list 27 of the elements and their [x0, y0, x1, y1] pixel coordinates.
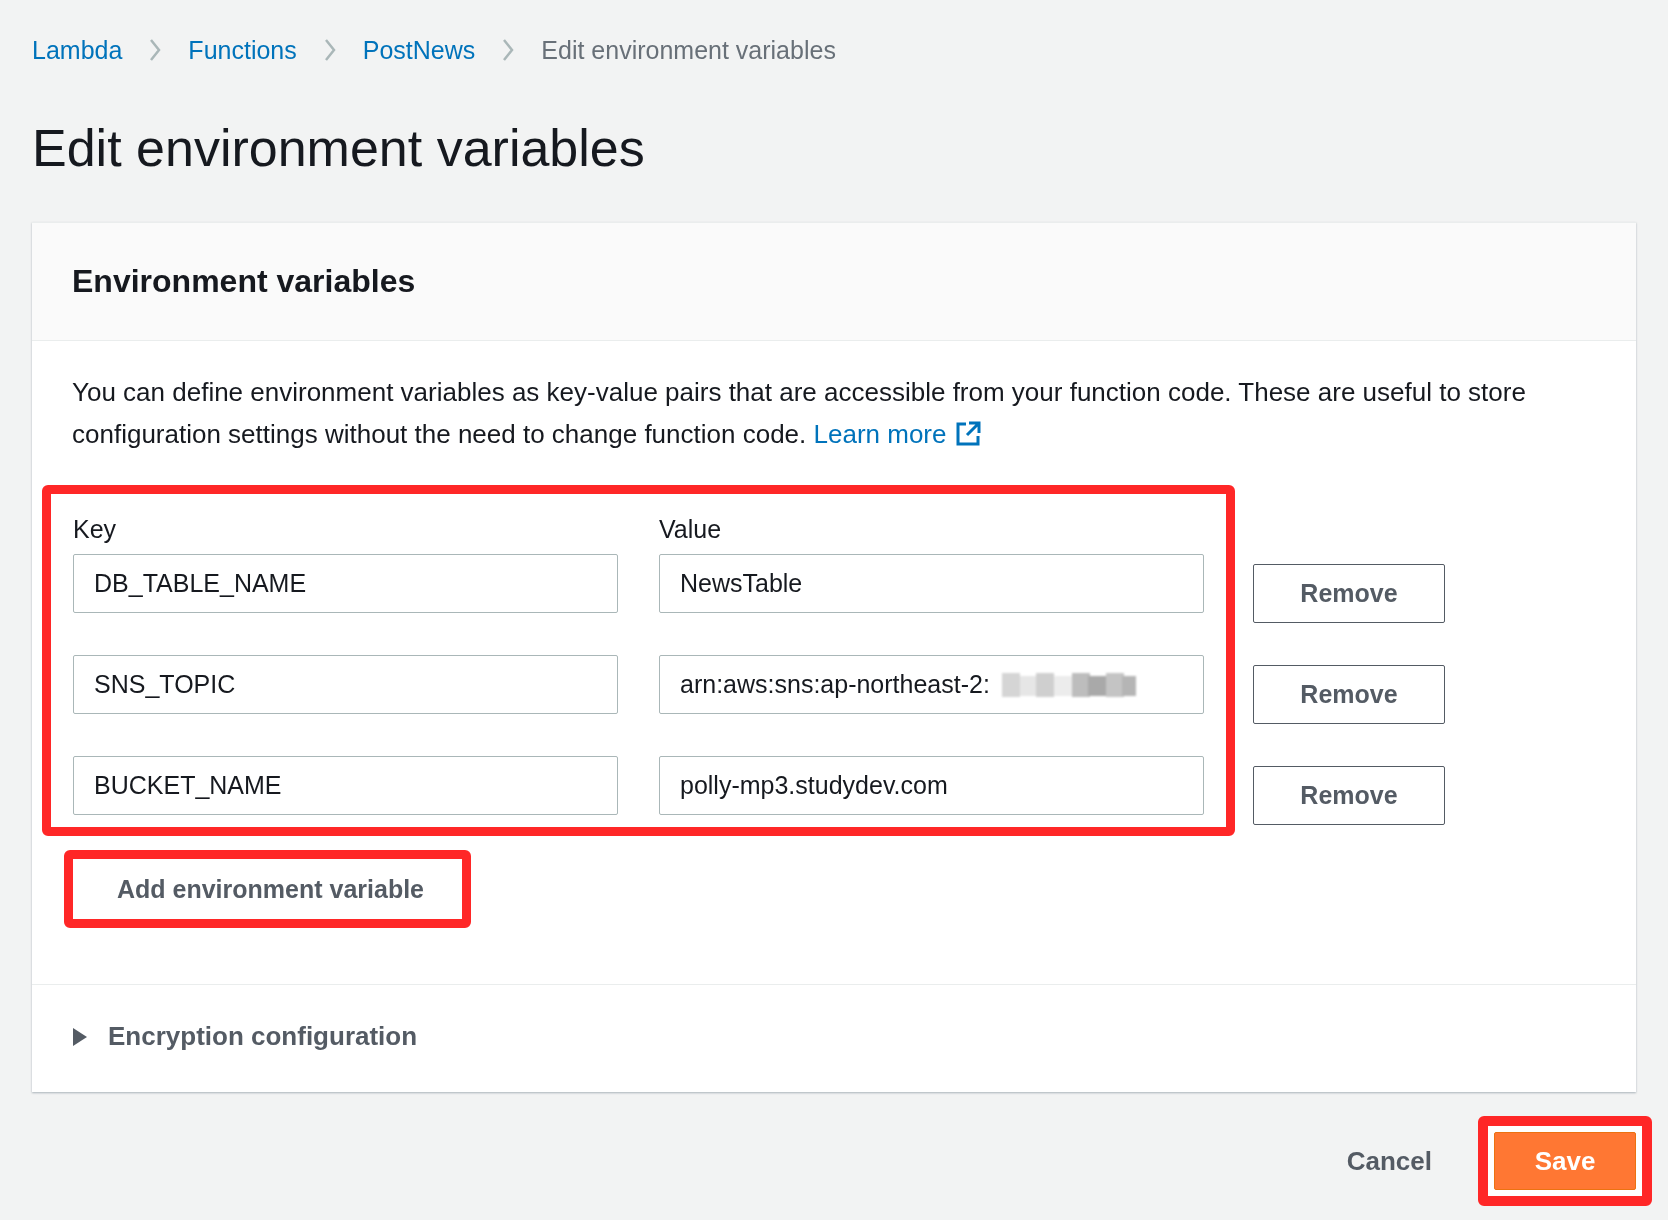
section-label: Encryption configuration	[108, 1021, 418, 1052]
value-field[interactable]: arn:aws:sns:ap-northeast-2:	[659, 655, 1204, 714]
chevron-right-icon	[322, 38, 337, 62]
breadcrumb-link[interactable]: Functions	[188, 35, 297, 65]
remove-button[interactable]: Remove	[1253, 564, 1445, 623]
chevron-right-icon	[148, 38, 163, 62]
column-label: Key	[73, 515, 118, 544]
breadcrumb-link[interactable]: Lambda	[32, 35, 123, 65]
chevron-right-icon	[501, 38, 516, 62]
breadcrumb-link[interactable]: PostNews	[362, 35, 476, 65]
breadcrumb-current: Edit environment variables	[541, 35, 836, 65]
column-label: Value	[659, 515, 723, 544]
caret-right-icon	[72, 1027, 88, 1046]
learn-more-link[interactable]: Learn more	[813, 413, 983, 455]
value-field[interactable]: polly-mp3.studydev.com	[659, 756, 1204, 815]
remove-button[interactable]: Remove	[1253, 766, 1445, 825]
external-link-icon	[954, 420, 983, 448]
section-title: Environment variables	[72, 263, 417, 300]
value-field[interactable]: NewsTable	[659, 554, 1204, 613]
key-field[interactable]: DB_TABLE_NAME	[73, 554, 618, 613]
encryption-toggle[interactable]: Encryption configuration	[32, 984, 1636, 1092]
description-text: You can define environment variables as key-value pairs that are accessible from your function code. These are useful to store configuration settings without the need to change function code. Learn more	[72, 371, 1606, 455]
key-field[interactable]: BUCKET_NAME	[73, 756, 618, 815]
cancel-button[interactable]: Cancel	[1340, 1144, 1438, 1178]
page-title: Edit environment variables	[32, 118, 646, 178]
remove-button[interactable]: Remove	[1253, 665, 1445, 724]
key-field[interactable]: SNS_TOPIC	[73, 655, 618, 714]
